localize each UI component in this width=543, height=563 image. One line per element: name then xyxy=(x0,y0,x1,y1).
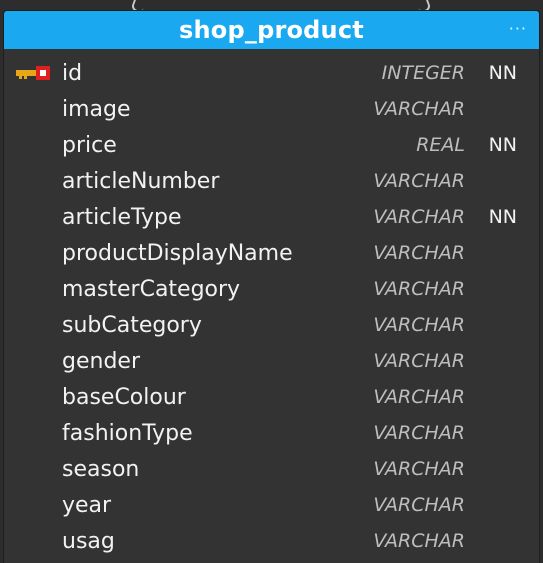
column-type: VARCHAR xyxy=(373,494,465,516)
key-slot xyxy=(4,415,62,451)
column-type: VARCHAR xyxy=(373,98,465,120)
table-title: shop_product xyxy=(179,16,364,44)
key-slot xyxy=(4,199,62,235)
column-type: VARCHAR xyxy=(373,242,465,264)
column-row[interactable]: id INTEGER NN xyxy=(4,55,539,91)
column-name: baseColour xyxy=(62,384,186,410)
key-slot xyxy=(4,163,62,199)
column-name: usag xyxy=(62,528,115,554)
table-entity-shop-product[interactable]: shop_product ··· id INTEGER NN image VARCHAR… xyxy=(3,10,540,563)
column-name: image xyxy=(62,96,131,122)
key-slot xyxy=(4,523,62,559)
column-type: VARCHAR xyxy=(373,422,465,444)
column-row[interactable]: articleType VARCHAR NN xyxy=(4,199,539,235)
column-name: articleType xyxy=(62,204,182,230)
column-type: VARCHAR xyxy=(373,278,465,300)
column-row[interactable]: fashionType VARCHAR xyxy=(4,415,539,451)
column-row[interactable]: gender VARCHAR xyxy=(4,343,539,379)
column-type: VARCHAR xyxy=(373,350,465,372)
column-name: price xyxy=(62,132,117,158)
more-icon[interactable]: ··· xyxy=(509,19,527,38)
key-slot xyxy=(4,235,62,271)
column-name: productDisplayName xyxy=(62,240,293,266)
column-row[interactable]: season VARCHAR xyxy=(4,451,539,487)
column-name: year xyxy=(62,492,112,518)
column-name: gender xyxy=(62,348,140,374)
key-slot xyxy=(4,343,62,379)
column-nn-flag: NN xyxy=(488,134,517,156)
key-slot xyxy=(4,91,62,127)
column-row[interactable]: articleNumber VARCHAR xyxy=(4,163,539,199)
column-type: VARCHAR xyxy=(373,206,465,228)
column-row[interactable]: image VARCHAR xyxy=(4,91,539,127)
column-row[interactable]: baseColour VARCHAR xyxy=(4,379,539,415)
key-slot xyxy=(4,55,62,91)
column-row[interactable]: usag VARCHAR xyxy=(4,523,539,559)
column-name: articleNumber xyxy=(62,168,220,194)
key-slot xyxy=(4,379,62,415)
column-type: VARCHAR xyxy=(373,170,465,192)
column-row[interactable]: subCategory VARCHAR xyxy=(4,307,539,343)
column-name: subCategory xyxy=(62,312,202,338)
column-name: fashionType xyxy=(62,420,193,446)
key-slot xyxy=(4,127,62,163)
column-name: season xyxy=(62,456,140,482)
column-row[interactable]: productDisplayName VARCHAR xyxy=(4,235,539,271)
key-slot xyxy=(4,451,62,487)
column-row[interactable]: masterCategory VARCHAR xyxy=(4,271,539,307)
diagram-canvas: shop_product ··· id INTEGER NN image VARCHAR… xyxy=(0,0,543,563)
key-slot xyxy=(4,307,62,343)
column-name: id xyxy=(62,60,83,86)
column-type: VARCHAR xyxy=(373,386,465,408)
column-nn-flag: NN xyxy=(488,206,517,228)
column-row[interactable]: year VARCHAR xyxy=(4,487,539,523)
column-row[interactable]: price REAL NN xyxy=(4,127,539,163)
table-header[interactable]: shop_product ··· xyxy=(4,11,539,49)
column-type: VARCHAR xyxy=(373,530,465,552)
column-name: masterCategory xyxy=(62,276,241,302)
column-type: INTEGER xyxy=(381,62,465,84)
column-nn-flag: NN xyxy=(488,62,517,84)
key-slot xyxy=(4,487,62,523)
column-type: REAL xyxy=(416,134,465,156)
column-list: id INTEGER NN image VARCHAR price REAL NN articl… xyxy=(4,49,539,559)
column-type: VARCHAR xyxy=(373,458,465,480)
key-icon xyxy=(16,66,50,80)
key-slot xyxy=(4,271,62,307)
column-type: VARCHAR xyxy=(373,314,465,336)
